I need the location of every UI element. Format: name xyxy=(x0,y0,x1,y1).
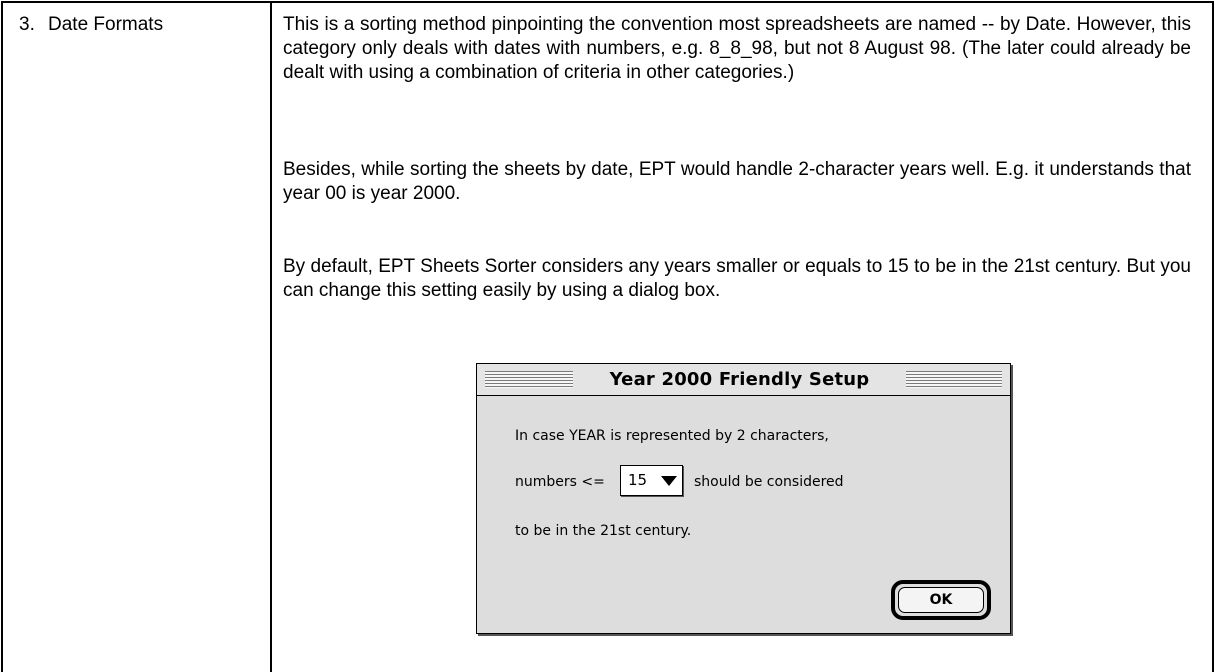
titlebar-stripes-left xyxy=(485,371,573,388)
dialog-line-3: to be in the 21st century. xyxy=(515,523,692,539)
dialog-titlebar[interactable]: Year 2000 Friendly Setup xyxy=(477,364,1010,396)
dialog-line-2-prefix: numbers <= xyxy=(515,474,605,490)
table-border-right xyxy=(1212,1,1214,672)
table-border-left xyxy=(1,1,3,672)
dialog-title: Year 2000 Friendly Setup xyxy=(573,368,906,392)
paragraph-3: By default, EPT Sheets Sorter considers … xyxy=(283,256,1191,301)
paragraph-1: This is a sorting method pinpointing the… xyxy=(283,14,1191,83)
dialog-line-1: In case YEAR is represented by 2 charact… xyxy=(515,428,829,444)
dialog-line-2-suffix: should be considered xyxy=(694,474,844,490)
ok-button[interactable]: OK xyxy=(898,587,984,613)
year-threshold-value: 15 xyxy=(628,471,648,489)
year-2000-setup-dialog: Year 2000 Friendly Setup In case YEAR is… xyxy=(476,363,1011,634)
row-number: 3. xyxy=(19,14,35,35)
row-label: Date Formats xyxy=(48,14,164,35)
triangle-down-icon xyxy=(661,476,677,486)
ok-button-default-ring: OK xyxy=(891,580,991,620)
document-table: 3. Date Formats This is a sorting method… xyxy=(0,0,1215,672)
table-column-divider xyxy=(270,1,272,672)
paragraph-2: Besides, while sorting the sheets by dat… xyxy=(283,159,1191,204)
year-threshold-popup[interactable]: 15 xyxy=(620,465,683,496)
table-border-top xyxy=(1,1,1214,3)
titlebar-stripes-right xyxy=(906,371,1002,388)
